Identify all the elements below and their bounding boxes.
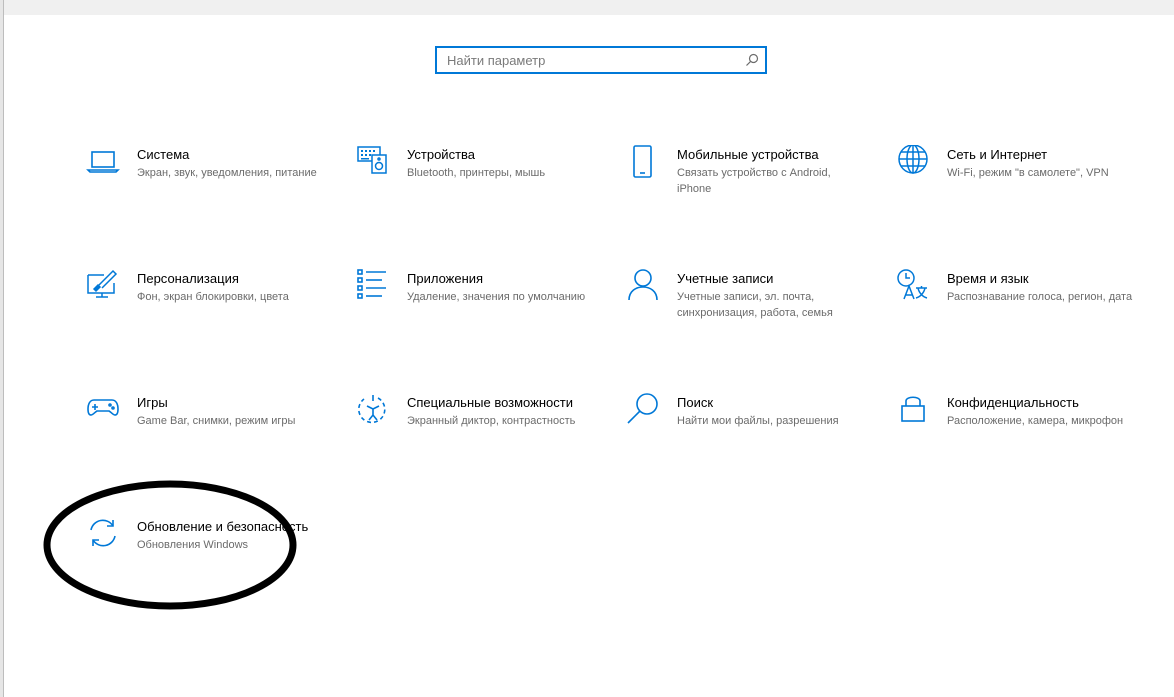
tile-time-language[interactable]: Время и язык Распознавание голоса, регио… <box>896 269 1136 359</box>
tile-network[interactable]: Сеть и Интернет Wi-Fi, режим "в самолете… <box>896 145 1136 235</box>
clock-language-icon <box>896 269 930 303</box>
tile-description: Учетные записи, эл. почта, синхронизация… <box>677 291 833 319</box>
globe-icon <box>896 145 930 179</box>
tile-title: Конфиденциальность <box>947 395 1079 410</box>
tile-title: Поиск <box>677 395 714 410</box>
laptop-icon <box>86 145 120 179</box>
tile-description: Game Bar, снимки, режим игры <box>137 415 296 427</box>
tile-title: Приложения <box>407 271 484 286</box>
tile-description: Экран, звук, уведомления, питание <box>137 167 317 179</box>
tile-title: Время и язык <box>947 271 1029 286</box>
tile-gaming[interactable]: Игры Game Bar, снимки, режим игры <box>86 393 326 483</box>
tile-title: Персонализация <box>137 271 239 286</box>
tile-description: Экранный диктор, контрастность <box>407 415 576 427</box>
window-border <box>3 0 4 697</box>
keyboard-speaker-icon <box>356 145 390 179</box>
phone-icon <box>626 145 660 179</box>
tile-phone[interactable]: Мобильные устройства Связать устройство … <box>626 145 866 235</box>
person-icon <box>626 269 660 303</box>
tile-title: Игры <box>137 395 168 410</box>
ease-of-access-icon <box>356 393 390 427</box>
tile-accounts[interactable]: Учетные записи Учетные записи, эл. почта… <box>626 269 866 359</box>
tile-description: Удаление, значения по умолчанию <box>407 291 586 303</box>
tile-description: Распознавание голоса, регион, дата <box>947 291 1133 303</box>
tile-title: Устройства <box>407 147 476 162</box>
tile-description: Связать устройство с Android, iPhone <box>677 167 831 195</box>
tile-description: Найти мои файлы, разрешения <box>677 415 839 427</box>
app-list-icon <box>356 269 390 303</box>
tile-title: Специальные возможности <box>407 395 573 410</box>
title-bar <box>0 0 1174 15</box>
tile-personalization[interactable]: Персонализация Фон, экран блокировки, цв… <box>86 269 326 359</box>
highlight-ellipse <box>43 480 297 610</box>
tile-description: Фон, экран блокировки, цвета <box>137 291 289 303</box>
tile-system[interactable]: Система Экран, звук, уведомления, питани… <box>86 145 326 235</box>
search-icon[interactable] <box>745 53 759 67</box>
search-input[interactable] <box>437 48 747 72</box>
tile-title: Система <box>137 147 190 162</box>
tile-accessibility[interactable]: Специальные возможности Экранный диктор,… <box>356 393 596 483</box>
tile-description: Wi-Fi, режим "в самолете", VPN <box>947 167 1109 179</box>
tile-title: Сеть и Интернет <box>947 147 1048 162</box>
tile-title: Учетные записи <box>677 271 774 286</box>
tile-description: Bluetooth, принтеры, мышь <box>407 167 546 179</box>
tile-apps[interactable]: Приложения Удаление, значения по умолчан… <box>356 269 596 359</box>
settings-window: Система Экран, звук, уведомления, питани… <box>0 0 1174 697</box>
lock-icon <box>896 393 930 427</box>
tile-title: Мобильные устройства <box>677 147 819 162</box>
paint-brush-icon <box>86 269 120 303</box>
tile-privacy[interactable]: Конфиденциальность Расположение, камера,… <box>896 393 1136 483</box>
tile-search[interactable]: Поиск Найти мои файлы, разрешения <box>626 393 866 483</box>
gamepad-icon <box>86 393 120 427</box>
search-box[interactable] <box>435 46 767 74</box>
tile-description: Расположение, камера, микрофон <box>947 415 1124 427</box>
magnifier-icon <box>626 393 660 427</box>
tile-devices[interactable]: Устройства Bluetooth, принтеры, мышь <box>356 145 596 235</box>
